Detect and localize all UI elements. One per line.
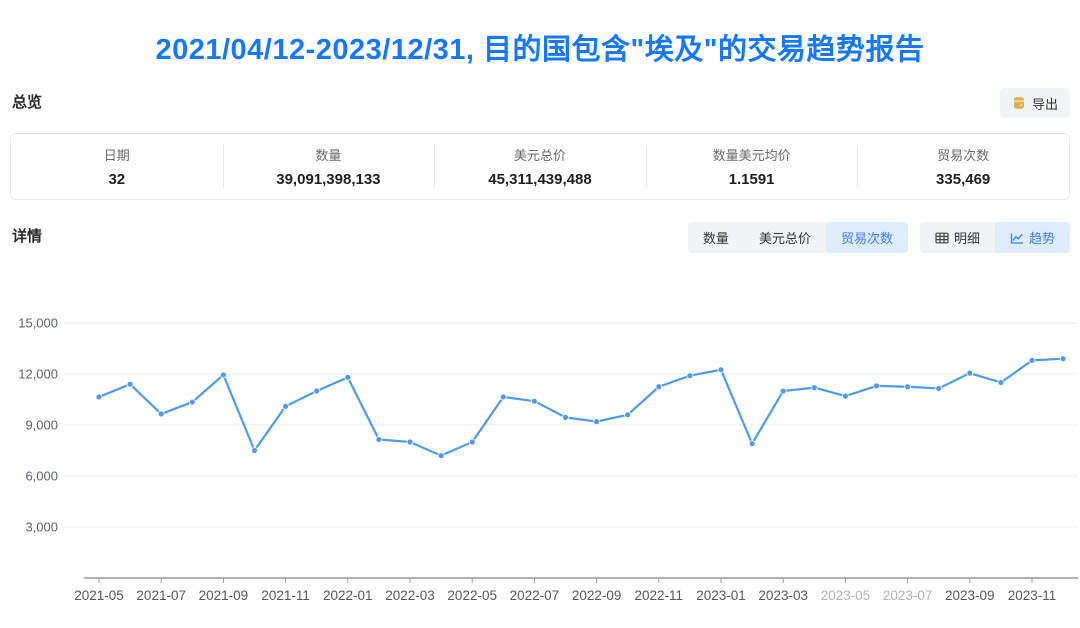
stat-label: 贸易次数	[937, 145, 989, 164]
data-point	[189, 399, 195, 405]
y-axis-label: 3,000	[25, 520, 58, 535]
data-point	[625, 412, 631, 418]
stat-usd-total: 美元总价 45,311,439,488	[434, 134, 646, 199]
detail-header: 详情 数量 美元总价 贸易次数	[12, 222, 1070, 253]
data-point	[811, 385, 817, 391]
data-point	[1029, 357, 1035, 363]
trend-icon	[1010, 231, 1024, 245]
stat-label: 数量	[315, 145, 341, 164]
data-point	[314, 388, 320, 394]
stat-label: 数量美元均价	[713, 145, 791, 164]
data-point	[96, 394, 102, 400]
x-axis-label: 2021-09	[199, 588, 249, 603]
metric-tab-quantity[interactable]: 数量	[688, 222, 744, 253]
stat-trade-count: 贸易次数 335,469	[857, 134, 1069, 199]
overview-stats-card: 日期 32 数量 39,091,398,133 美元总价 45,311,439,…	[10, 133, 1070, 200]
detail-tab-groups: 数量 美元总价 贸易次数 明细	[688, 222, 1070, 253]
data-point	[469, 439, 475, 445]
x-axis-label: 2022-11	[635, 588, 684, 603]
x-axis-label: 2022-01	[323, 588, 373, 603]
data-point	[967, 370, 973, 376]
stat-value: 45,311,439,488	[488, 171, 591, 188]
table-icon	[935, 231, 949, 245]
tab-label: 趋势	[1029, 228, 1055, 247]
tab-label: 美元总价	[759, 228, 811, 247]
view-tab-trend[interactable]: 趋势	[995, 222, 1070, 253]
x-axis-label: 2023-11	[1008, 588, 1057, 603]
export-button-label: 导出	[1032, 94, 1058, 113]
data-point	[563, 414, 569, 420]
overview-heading: 总览	[12, 88, 1070, 118]
data-point	[500, 394, 506, 400]
data-point	[158, 411, 164, 417]
data-point	[780, 388, 786, 394]
metric-tab-trade-count[interactable]: 贸易次数	[826, 222, 908, 253]
y-axis-label: 12,000	[18, 367, 58, 382]
x-axis-label: 2021-07	[136, 588, 186, 603]
data-point	[345, 374, 351, 380]
stat-avg-usd-price: 数量美元均价 1.1591	[646, 134, 858, 199]
data-point	[874, 383, 880, 389]
x-axis-label: 2021-05	[74, 588, 124, 603]
tab-label: 数量	[703, 228, 729, 247]
export-gold-document-icon	[1012, 96, 1026, 110]
x-axis-label: 2023-01	[696, 588, 746, 603]
metric-tab-usd-total[interactable]: 美元总价	[744, 222, 826, 253]
x-axis-label: 2022-07	[510, 588, 560, 603]
data-point	[407, 439, 413, 445]
y-axis-label: 6,000	[25, 469, 58, 484]
stat-value: 32	[108, 171, 125, 188]
x-axis-label: 2021-11	[261, 588, 310, 603]
x-axis-label: 2022-09	[572, 588, 622, 603]
data-point	[438, 453, 444, 459]
x-axis-label: 2022-05	[447, 588, 497, 603]
stat-value: 335,469	[936, 171, 990, 188]
data-point	[656, 384, 662, 390]
data-point	[376, 436, 382, 442]
data-point	[531, 398, 537, 404]
stat-label: 美元总价	[514, 145, 566, 164]
data-point	[936, 385, 942, 391]
data-point	[905, 384, 911, 390]
tab-label: 贸易次数	[841, 228, 893, 247]
view-tab-group: 明细 趋势	[920, 222, 1070, 253]
trend-line	[99, 359, 1063, 456]
data-point	[283, 403, 289, 409]
x-axis-label: 2023-07	[883, 588, 933, 603]
data-point	[127, 381, 133, 387]
data-point	[1060, 356, 1066, 362]
overview-header: 总览 导出	[12, 88, 1070, 118]
data-point	[594, 419, 600, 425]
stat-dates: 日期 32	[11, 134, 223, 199]
tab-label: 明细	[954, 228, 980, 247]
stat-value: 1.1591	[729, 171, 775, 188]
metric-tab-group: 数量 美元总价 贸易次数	[688, 222, 908, 253]
stat-quantity: 数量 39,091,398,133	[223, 134, 435, 199]
page-title: 2021/04/12-2023/12/31, 目的国包含"埃及"的交易趋势报告	[0, 26, 1080, 68]
x-axis-label: 2022-03	[385, 588, 435, 603]
stat-label: 日期	[104, 145, 130, 164]
x-axis-label: 2023-03	[758, 588, 808, 603]
data-point	[998, 380, 1004, 386]
data-point	[252, 448, 258, 454]
export-button[interactable]: 导出	[1000, 88, 1070, 118]
data-point	[842, 393, 848, 399]
y-axis-label: 15,000	[18, 316, 58, 331]
data-point	[220, 372, 226, 378]
data-point	[687, 373, 693, 379]
x-axis-label: 2023-05	[821, 588, 871, 603]
data-point	[749, 441, 755, 447]
y-axis-label: 9,000	[25, 418, 58, 433]
x-axis-label: 2023-09	[945, 588, 995, 603]
view-tab-detail[interactable]: 明细	[920, 222, 995, 253]
data-point	[718, 367, 724, 373]
stat-value: 39,091,398,133	[276, 171, 380, 188]
